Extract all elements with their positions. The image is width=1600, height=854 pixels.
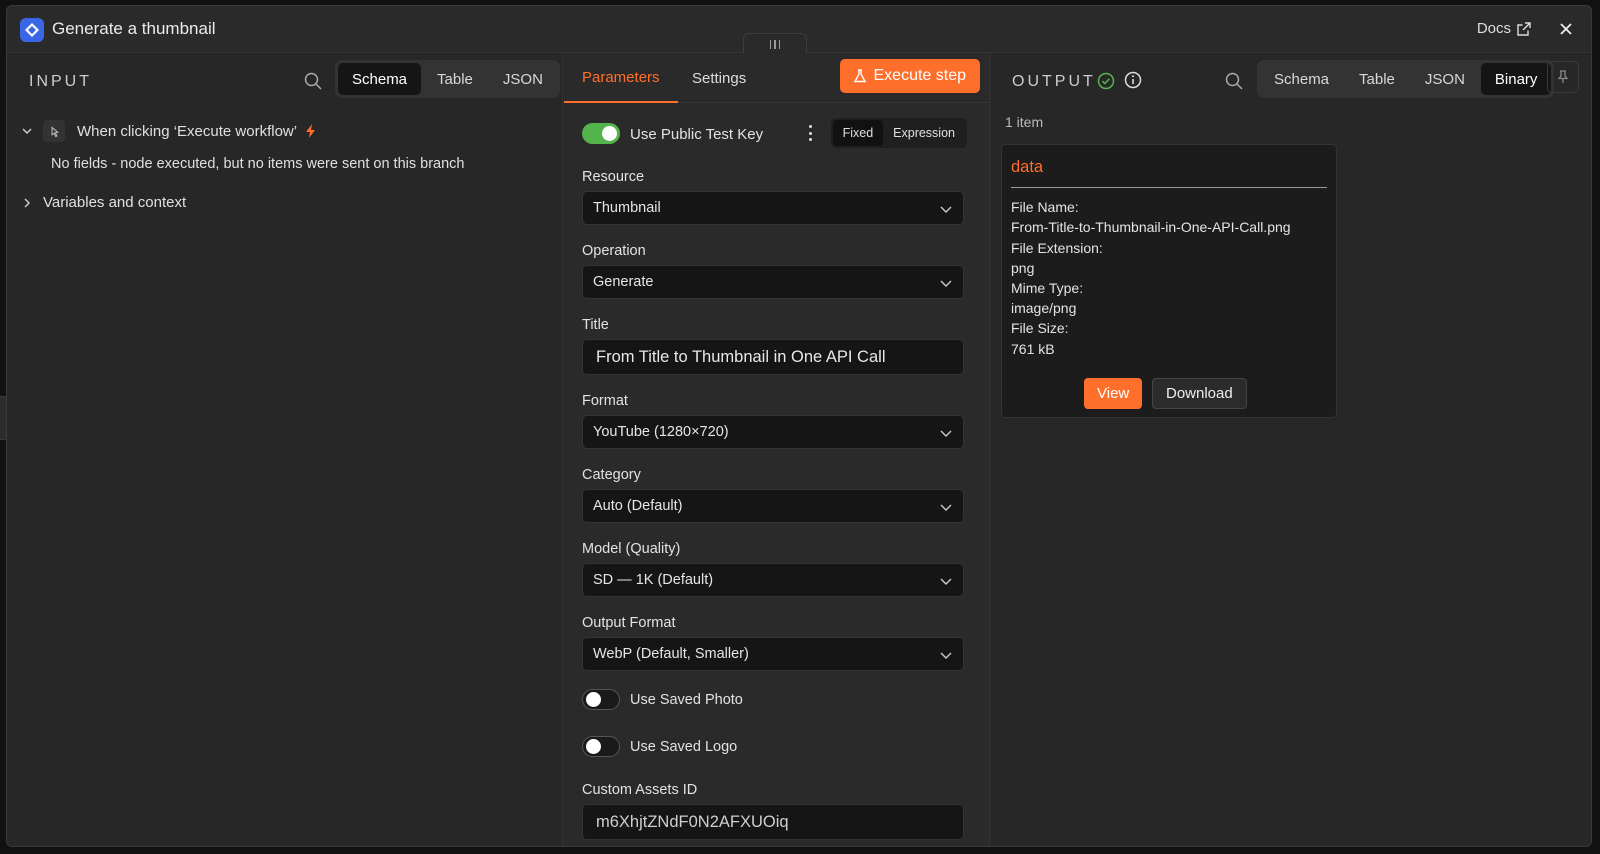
- custom-assets-input[interactable]: m6XhjtZNdF0N2AFXUOiq: [582, 804, 964, 840]
- file-name-value: From-Title-to-Thumbnail-in-One-API-Call.…: [1011, 219, 1291, 235]
- file-extension-label: File Extension:: [1011, 240, 1103, 256]
- chevron-down-icon: [940, 206, 952, 213]
- variables-context-label: Variables and context: [43, 194, 187, 211]
- no-fields-message: No fields - node executed, but no items …: [51, 156, 465, 172]
- mime-type-label: Mime Type:: [1011, 280, 1084, 296]
- node-logo-icon: [20, 18, 44, 42]
- chevron-down-icon: [940, 504, 952, 511]
- chevron-down-icon: [940, 578, 952, 585]
- chevron-down-icon: [940, 652, 952, 659]
- info-icon[interactable]: [1124, 71, 1142, 89]
- mime-type-value: image/png: [1011, 300, 1077, 316]
- category-label: Category: [582, 467, 641, 483]
- saved-logo-label: Use Saved Logo: [630, 739, 738, 755]
- tab-settings[interactable]: Settings: [692, 53, 746, 103]
- execute-step-button[interactable]: Execute step: [839, 59, 980, 93]
- resource-value: Thumbnail: [593, 200, 661, 216]
- format-label: Format: [582, 393, 628, 409]
- input-view-tabs: Schema Table JSON: [335, 60, 560, 98]
- category-value: Auto (Default): [593, 498, 683, 514]
- public-key-toggle[interactable]: [582, 123, 620, 144]
- variables-context-row[interactable]: Variables and context: [19, 194, 186, 211]
- item-count: 1 item: [1005, 114, 1044, 130]
- docs-link[interactable]: Docs: [1477, 20, 1531, 37]
- model-label: Model (Quality): [582, 541, 681, 557]
- saved-photo-label: Use Saved Photo: [630, 692, 743, 708]
- chevron-right-icon: [19, 195, 35, 211]
- search-icon[interactable]: [303, 71, 323, 91]
- download-button[interactable]: Download: [1152, 378, 1247, 409]
- input-tab-schema[interactable]: Schema: [338, 63, 422, 95]
- options-menu-icon[interactable]: [805, 125, 815, 141]
- operation-select[interactable]: Generate: [582, 265, 964, 299]
- file-extension-value: png: [1011, 260, 1035, 276]
- trigger-node-label: When clicking ‘Execute workflow’: [77, 122, 298, 140]
- resource-select[interactable]: Thumbnail: [582, 191, 964, 225]
- tab-parameters[interactable]: Parameters: [564, 53, 678, 103]
- chevron-down-icon: [940, 280, 952, 287]
- search-icon[interactable]: [1224, 71, 1244, 91]
- output-tab-schema[interactable]: Schema: [1260, 63, 1343, 95]
- output-tab-json[interactable]: JSON: [1411, 63, 1479, 95]
- pin-icon: [1557, 70, 1569, 83]
- operation-label: Operation: [582, 243, 646, 259]
- parameter-tabs: Parameters Settings Execute step: [564, 53, 989, 103]
- binary-card-title: data: [1011, 158, 1044, 176]
- category-select[interactable]: Auto (Default): [582, 489, 964, 523]
- pin-data-button[interactable]: [1547, 61, 1579, 93]
- format-value: YouTube (1280×720): [593, 424, 729, 440]
- modal-title: Generate a thumbnail: [52, 19, 216, 38]
- output-section-label: OUTPUT: [1012, 73, 1096, 90]
- saved-photo-toggle[interactable]: [582, 689, 620, 710]
- input-tab-table[interactable]: Table: [423, 63, 487, 95]
- view-button[interactable]: View: [1084, 378, 1143, 409]
- execute-step-label: Execute step: [873, 67, 967, 84]
- docs-label: Docs: [1476, 20, 1511, 37]
- chevron-down-icon: [19, 123, 35, 139]
- title-input[interactable]: From Title to Thumbnail in One API Call: [582, 339, 964, 375]
- file-name-label: File Name:: [1011, 199, 1079, 215]
- card-divider: [1011, 187, 1327, 188]
- public-key-label: Use Public Test Key: [630, 126, 764, 143]
- operation-value: Generate: [593, 274, 654, 290]
- format-select[interactable]: YouTube (1280×720): [582, 415, 964, 449]
- mode-fixed[interactable]: Fixed: [832, 120, 884, 146]
- resource-label: Resource: [582, 169, 645, 185]
- file-size-label: File Size:: [1011, 320, 1069, 336]
- input-tab-json[interactable]: JSON: [489, 63, 557, 95]
- close-button[interactable]: [1555, 18, 1577, 40]
- lightning-icon: [306, 124, 316, 138]
- mode-expression[interactable]: Expression: [883, 120, 965, 146]
- model-value: SD — 1K (Default): [593, 572, 714, 588]
- panel-drag-handle[interactable]: [743, 33, 807, 55]
- parameters-panel: Parameters Settings Execute step Use Pub…: [564, 53, 990, 846]
- title-label: Title: [582, 317, 609, 333]
- saved-logo-toggle[interactable]: [582, 736, 620, 757]
- file-size-value: 761 kB: [1011, 341, 1055, 357]
- output-panel: OUTPUT Schema Table JSON Binary 1 item d…: [991, 53, 1591, 846]
- output-format-select[interactable]: WebP (Default, Smaller): [582, 637, 964, 671]
- binary-data-card: data File Name: From-Title-to-Thumbnail-…: [1001, 144, 1337, 418]
- chevron-down-icon: [940, 430, 952, 437]
- external-link-icon: [1517, 21, 1531, 36]
- output-format-value: WebP (Default, Smaller): [593, 646, 749, 662]
- pointer-click-icon: [43, 120, 65, 142]
- trigger-node-row[interactable]: When clicking ‘Execute workflow’: [19, 120, 317, 142]
- node-details-modal: Generate a thumbnail Docs INPUT Schema T…: [6, 5, 1592, 847]
- flask-icon: [853, 69, 866, 83]
- output-tab-binary[interactable]: Binary: [1480, 63, 1552, 95]
- output-tab-table[interactable]: Table: [1345, 63, 1409, 95]
- fixed-expression-toggle: Fixed Expression: [830, 118, 967, 148]
- custom-assets-label: Custom Assets ID: [582, 782, 698, 798]
- input-panel: INPUT Schema Table JSON When clicking ‘E…: [7, 53, 563, 846]
- model-select[interactable]: SD — 1K (Default): [582, 563, 964, 597]
- check-circle-icon: [1097, 72, 1115, 90]
- close-icon: [1560, 23, 1572, 35]
- input-section-label: INPUT: [29, 73, 92, 90]
- output-view-tabs: Schema Table JSON Binary: [1257, 60, 1555, 98]
- output-format-label: Output Format: [582, 615, 676, 631]
